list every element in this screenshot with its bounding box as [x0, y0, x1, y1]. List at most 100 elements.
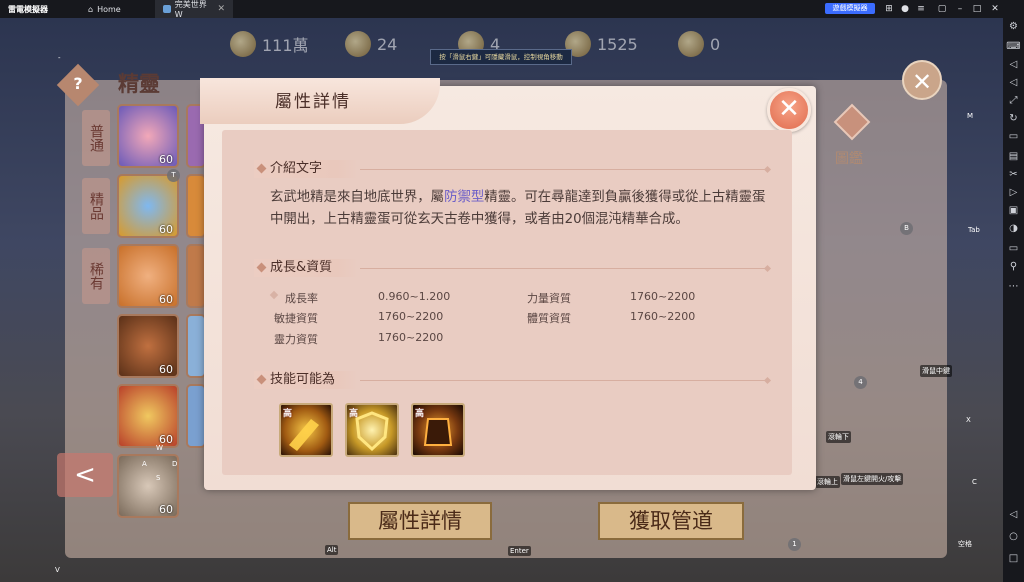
- mouse-hint-banner: 按「滑鼠右鍵」可隱藏滑鼠，控制視角移動: [430, 49, 572, 65]
- tab-game-label: 完美世界W: [174, 0, 207, 19]
- key-c: C: [972, 478, 977, 486]
- key-space: 空格: [958, 540, 972, 548]
- spirit-card-partial[interactable]: [186, 174, 206, 238]
- resource-ingot: 1525: [565, 31, 638, 57]
- divider: [360, 380, 765, 381]
- promo-button[interactable]: 遊戲模擬器: [825, 3, 875, 14]
- growth-header: 成長&資質: [254, 259, 358, 277]
- key-t: T: [167, 169, 180, 182]
- resource-value: 1525: [597, 34, 638, 54]
- tab-home-label: Home: [97, 4, 121, 14]
- tab-game[interactable]: 完美世界W ✕: [155, 0, 233, 19]
- volume-up-icon[interactable]: ◁: [1003, 58, 1024, 72]
- gamepad-icon[interactable]: ⊞: [882, 2, 896, 16]
- back-arrow-button[interactable]: <: [57, 453, 113, 497]
- intro-text: 玄武地精是來自地底世界，屬防禦型精靈。可在尋龍達到負贏後獲得或從上古精靈蛋中開出…: [270, 187, 770, 231]
- spirit-card[interactable]: 60: [117, 174, 179, 238]
- more-icon[interactable]: ⋯: [1003, 280, 1024, 294]
- spirit-card[interactable]: 60: [117, 314, 179, 378]
- spirit-card[interactable]: 60: [117, 244, 179, 308]
- apk-icon[interactable]: ▤: [1003, 150, 1024, 164]
- rotate-icon[interactable]: ↻: [1003, 112, 1024, 126]
- key-x: X: [966, 416, 971, 424]
- resource-bound-ingot: 0: [678, 31, 720, 57]
- key-d: D: [172, 460, 178, 468]
- tab-close-icon[interactable]: ✕: [217, 4, 225, 14]
- spirit-card-partial[interactable]: [186, 244, 206, 308]
- spirit-card-partial[interactable]: [186, 384, 206, 448]
- key-v: V: [55, 566, 60, 574]
- mini-window-icon[interactable]: ▢: [935, 2, 949, 16]
- spirit-card[interactable]: 60: [117, 454, 179, 518]
- resource-value: 111萬: [262, 36, 309, 55]
- folder-icon[interactable]: ▭: [1003, 242, 1024, 256]
- resource-gold: 24: [345, 31, 397, 57]
- stat-label: 敏捷資質: [274, 312, 318, 325]
- key-1: 1: [788, 538, 801, 551]
- location-icon[interactable]: ⚲: [1003, 260, 1024, 274]
- keyboard-icon[interactable]: ⌨: [1003, 40, 1024, 54]
- armor-skill-icon: [423, 418, 453, 446]
- attributes-button[interactable]: 屬性詳情: [348, 502, 492, 540]
- obtain-button[interactable]: 獲取管道: [598, 502, 744, 540]
- key-enter: Enter: [508, 546, 531, 556]
- modal-title: 屬性詳情: [275, 92, 351, 112]
- play-icon[interactable]: ▷: [1003, 186, 1024, 200]
- settings-icon[interactable]: ⚙: [1003, 20, 1024, 34]
- tab-home[interactable]: ⌂ Home: [80, 0, 150, 18]
- screen-icon[interactable]: ▣: [1003, 204, 1024, 218]
- maximize-icon[interactable]: □: [970, 2, 984, 16]
- key-a: A: [142, 460, 147, 468]
- resource-silver: 111萬: [230, 31, 309, 57]
- back-icon[interactable]: ◁: [1003, 508, 1024, 522]
- recent-apps-icon[interactable]: □: [1003, 552, 1024, 566]
- meteor-skill-icon: [289, 419, 319, 451]
- key-scroll-up: 滾輪上: [815, 476, 840, 488]
- close-window-icon[interactable]: ✕: [988, 2, 1002, 16]
- window-titlebar: 雷電模擬器 ⌂ Home 完美世界W ✕ 遊戲模擬器 ⊞ ● ≡ ▢ – □ ✕: [0, 0, 1024, 19]
- scissors-icon[interactable]: ✂: [1003, 168, 1024, 182]
- spirit-card[interactable]: 60: [117, 384, 179, 448]
- key-alt: Alt: [325, 545, 339, 555]
- sync-icon[interactable]: ◑: [1003, 222, 1024, 236]
- stat-value: 1760~2200: [378, 331, 444, 344]
- stat-value: 1760~2200: [630, 310, 696, 323]
- panel-close-button[interactable]: ✕: [902, 60, 942, 100]
- tab-rare[interactable]: 稀有: [82, 248, 110, 304]
- key-dash: -: [58, 54, 61, 62]
- tab-fine[interactable]: 精品: [82, 178, 110, 234]
- fullscreen-icon[interactable]: ⤢: [1003, 94, 1024, 108]
- stat-value: 1760~2200: [378, 310, 444, 323]
- home-icon: ⌂: [88, 4, 94, 14]
- key-tab: Tab: [968, 226, 980, 234]
- key-mouse-middle: 滑鼠中鍵: [920, 365, 952, 377]
- record-icon[interactable]: ▭: [1003, 130, 1024, 144]
- intro-highlight: 防禦型: [444, 190, 485, 205]
- spirit-card-partial[interactable]: [186, 314, 206, 378]
- gold-coin-icon: [345, 31, 371, 57]
- home-nav-icon[interactable]: ○: [1003, 530, 1024, 544]
- skill-slot[interactable]: 高: [411, 403, 465, 457]
- help-icon[interactable]: ?: [70, 74, 86, 93]
- spirit-card[interactable]: 60: [117, 104, 179, 168]
- modal-close-button[interactable]: ✕: [767, 88, 811, 132]
- minimize-icon[interactable]: –: [953, 2, 967, 16]
- skill-slot[interactable]: 高: [345, 403, 399, 457]
- intro-text-part: 玄武地精是來自地底世界，屬: [270, 190, 445, 205]
- game-icon: [163, 5, 171, 13]
- gallery-icon[interactable]: [830, 100, 874, 144]
- stat-label: 力量資質: [527, 292, 571, 305]
- key-4: 4: [854, 376, 867, 389]
- skill-slot[interactable]: 高: [279, 403, 333, 457]
- stat-value: 0.960~1.200: [378, 290, 451, 303]
- gallery-label[interactable]: 圖鑑: [835, 148, 863, 168]
- account-icon[interactable]: ●: [898, 2, 912, 16]
- key-w: W: [156, 444, 163, 452]
- intro-header: 介紹文字: [254, 160, 358, 178]
- volume-down-icon[interactable]: ◁: [1003, 76, 1024, 90]
- key-b: B: [900, 222, 913, 235]
- stat-label: 體質資質: [527, 312, 571, 325]
- ingot-icon: [678, 31, 704, 57]
- menu-icon[interactable]: ≡: [914, 2, 928, 16]
- tab-common[interactable]: 普通: [82, 110, 110, 166]
